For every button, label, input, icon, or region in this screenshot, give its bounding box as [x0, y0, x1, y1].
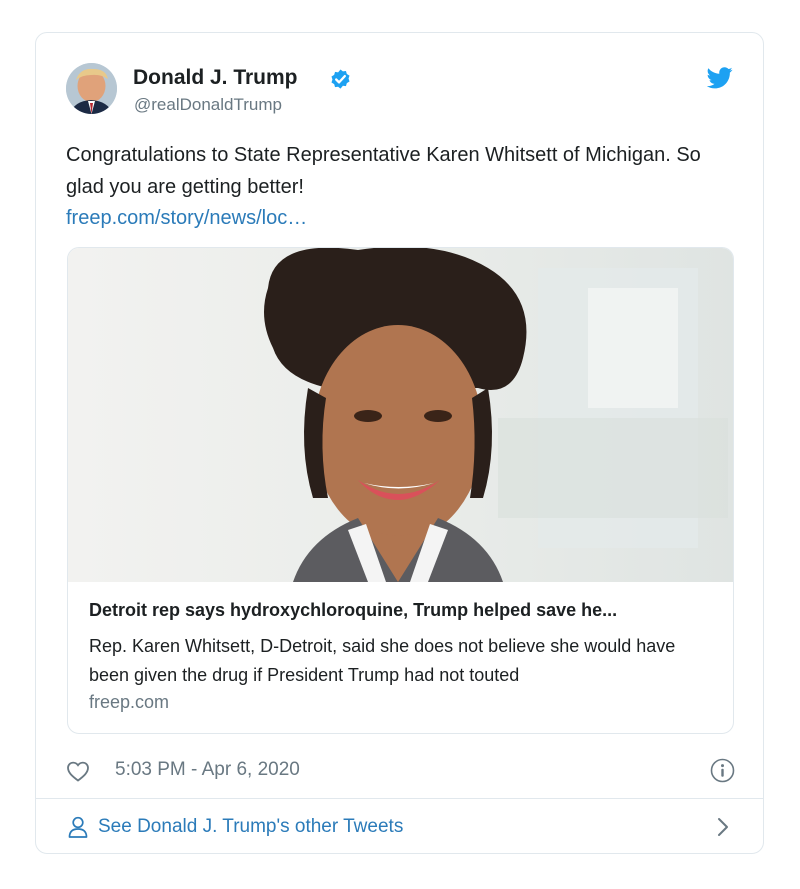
heart-icon[interactable] [66, 760, 90, 782]
tweet-card: Donald J. Trump @realDonaldTrump Congrat… [35, 32, 764, 854]
author-avatar[interactable] [66, 63, 117, 114]
preview-description: Rep. Karen Whitsett, D-Detroit, said she… [89, 636, 676, 685]
chevron-right-icon[interactable] [716, 817, 730, 837]
person-icon[interactable] [68, 816, 88, 838]
author-handle[interactable]: @realDonaldTrump [134, 95, 282, 115]
link-preview-card[interactable]: Detroit rep says hydroxychloroquine, Tru… [67, 247, 734, 734]
tweet-text: Congratulations to State Representative … [66, 144, 701, 198]
author-name[interactable]: Donald J. Trump [133, 66, 298, 90]
preview-image[interactable] [68, 248, 733, 582]
preview-title[interactable]: Detroit rep says hydroxychloroquine, Tru… [89, 600, 719, 621]
tweet-link[interactable]: freep.com/story/news/loc… [66, 202, 307, 234]
see-other-tweets-link[interactable]: See Donald J. Trump's other Tweets [98, 816, 403, 838]
footer-divider [36, 798, 763, 799]
preview-domain: freep.com [89, 692, 170, 712]
info-icon[interactable] [710, 758, 735, 783]
twitter-bird-icon[interactable] [707, 67, 733, 89]
tweet-timestamp[interactable]: 5:03 PM - Apr 6, 2020 [115, 759, 300, 781]
verified-badge-icon [331, 69, 350, 89]
